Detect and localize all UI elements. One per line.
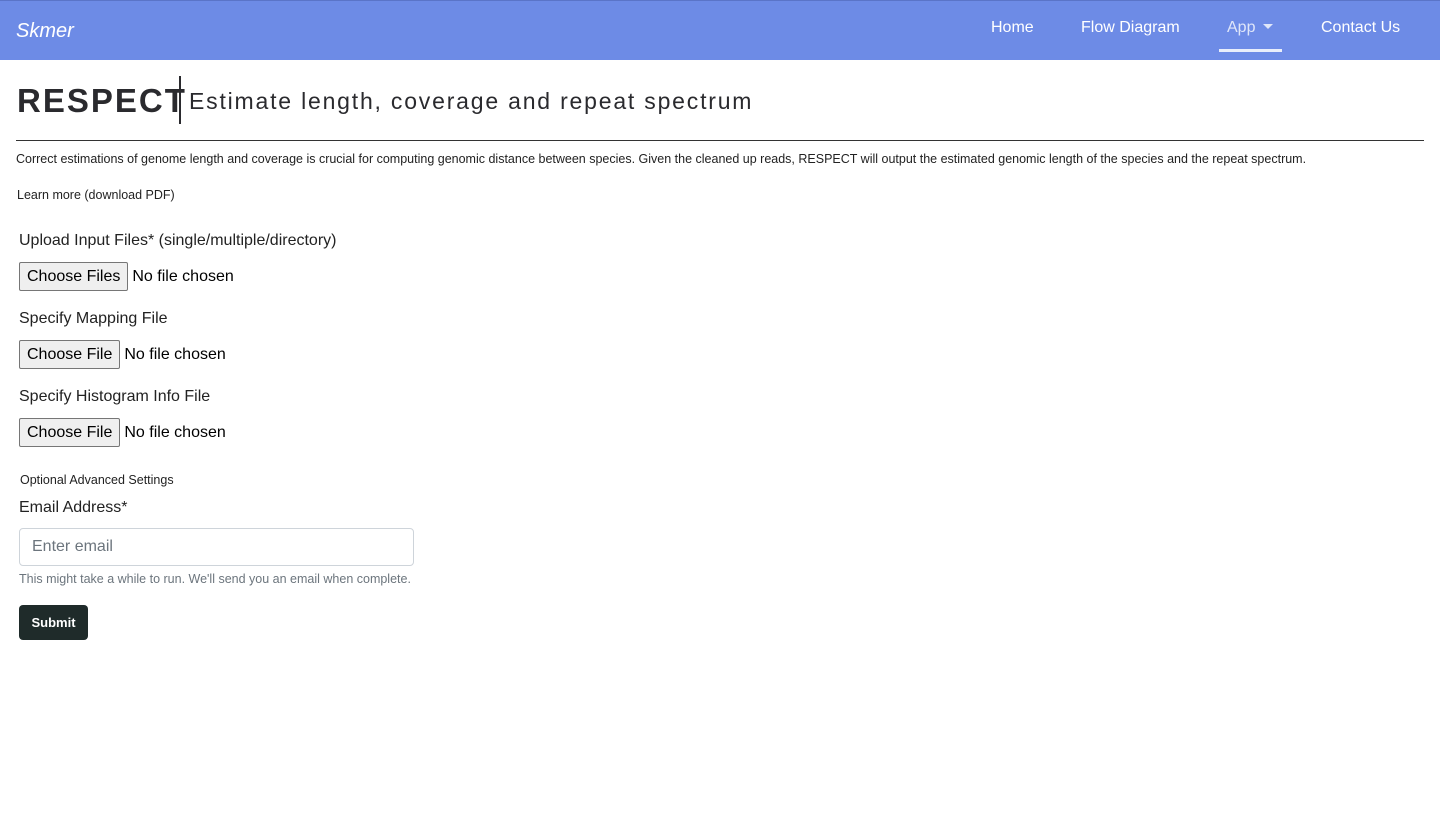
- title-divider: [179, 76, 181, 124]
- choose-files-button[interactable]: Choose Files: [19, 262, 129, 291]
- mapping-file-label: Specify Mapping File: [19, 310, 168, 327]
- nav-home-link[interactable]: Home: [991, 19, 1034, 37]
- histogram-file-input: Choose File No file chosen: [19, 418, 226, 447]
- page-title: RESPECT: [17, 82, 187, 119]
- email-label: Email Address*: [19, 499, 128, 516]
- email-input[interactable]: [19, 528, 414, 566]
- upload-files-label: Upload Input Files* (single/multiple/dir…: [19, 232, 337, 249]
- choose-mapping-file-button[interactable]: Choose File: [19, 340, 121, 369]
- nav-contact-link[interactable]: Contact Us: [1321, 19, 1400, 37]
- page-description: Correct estimations of genome length and…: [16, 152, 1307, 166]
- upload-files-input: Choose Files No file chosen: [19, 262, 234, 291]
- brand-logo[interactable]: Skmer: [16, 20, 74, 43]
- top-navbar: Skmer Home Flow Diagram App Contact Us: [0, 0, 1440, 60]
- chevron-down-icon: [1263, 24, 1274, 29]
- mapping-file-status: No file chosen: [124, 345, 226, 363]
- email-help-text: This might take a while to run. We'll se…: [19, 572, 411, 586]
- mapping-file-input: Choose File No file chosen: [19, 340, 226, 369]
- nav-app-dropdown[interactable]: App: [1219, 19, 1282, 52]
- submit-button[interactable]: Submit: [19, 605, 88, 640]
- histogram-file-status: No file chosen: [124, 423, 226, 441]
- histogram-file-label: Specify Histogram Info File: [19, 388, 211, 405]
- nav-flow-diagram-link[interactable]: Flow Diagram: [1081, 19, 1180, 37]
- choose-histogram-file-button[interactable]: Choose File: [19, 418, 121, 447]
- header-divider: [16, 140, 1424, 141]
- advanced-settings-toggle[interactable]: Optional Advanced Settings: [20, 473, 174, 487]
- page-subtitle: Estimate length, coverage and repeat spe…: [189, 88, 754, 114]
- upload-files-status: No file chosen: [132, 267, 234, 285]
- nav-app-label: App: [1227, 19, 1256, 36]
- learn-more-link[interactable]: Learn more (download PDF): [17, 188, 175, 202]
